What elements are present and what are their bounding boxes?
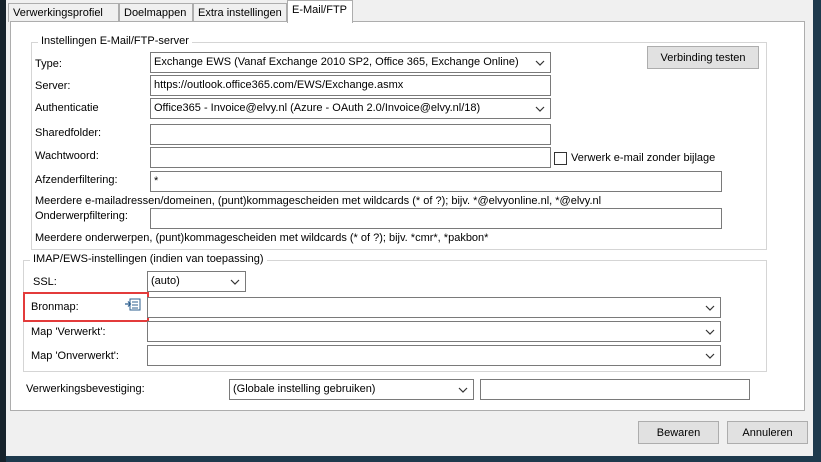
processed-folder-select[interactable] [147,321,721,342]
server-settings-title: Instellingen E-Mail/FTP-server [38,35,192,47]
chevron-down-icon [535,106,545,112]
save-button[interactable]: Bewaren [638,421,719,444]
test-connection-button[interactable]: Verbinding testen [647,46,759,69]
unprocessed-folder-label: Map 'Onverwerkt': [31,350,119,362]
chevron-down-icon [705,305,715,311]
subject-filter-hint: Meerdere onderwerpen, (punt)kommageschei… [35,232,489,244]
window-frame: Verwerkingsprofiel Doelmappen Extra inst… [0,0,821,462]
chevron-down-icon [705,353,715,359]
imap-settings-title: IMAP/EWS-instellingen (indien van toepas… [30,253,267,265]
password-label: Wachtwoord: [35,150,99,162]
cancel-button[interactable]: Annuleren [727,421,808,444]
confirmation-label: Verwerkingsbevestiging: [26,383,145,395]
subject-filter-input[interactable] [150,208,722,229]
server-label: Server: [35,80,71,92]
auth-label: Authenticatie [35,102,99,114]
folder-pick-icon[interactable] [125,297,141,312]
password-input[interactable] [150,147,551,168]
ssl-select[interactable]: (auto) [147,271,246,292]
settings-window: Verwerkingsprofiel Doelmappen Extra inst… [6,0,813,456]
confirmation-value: (Globale instelling gebruiken) [233,383,376,395]
sender-filter-input[interactable]: * [150,171,722,192]
chevron-down-icon [705,329,715,335]
chevron-down-icon [458,387,468,393]
type-label: Type: [35,58,62,70]
no-attachment-label: Verwerk e-mail zonder bijlage [571,152,716,164]
auth-value: Office365 - Invoice@elvy.nl (Azure - OAu… [154,102,481,114]
tab-extra-instellingen[interactable]: Extra instellingen [193,3,287,22]
source-folder-select[interactable] [147,297,721,318]
source-folder-label: Bronmap: [31,301,79,313]
tab-page-email-ftp: Instellingen E-Mail/FTP-server Verbindin… [10,21,805,411]
server-input[interactable]: https://outlook.office365.com/EWS/Exchan… [150,75,551,96]
tab-verwerkingsprofiel[interactable]: Verwerkingsprofiel [8,3,119,22]
chevron-down-icon [230,279,240,285]
tab-strip: Verwerkingsprofiel Doelmappen Extra inst… [6,0,813,23]
sender-filter-label: Afzenderfiltering: [35,174,118,186]
sharedfolder-label: Sharedfolder: [35,127,102,139]
confirmation-select[interactable]: (Globale instelling gebruiken) [229,379,474,400]
unprocessed-folder-select[interactable] [147,345,721,366]
auth-select[interactable]: Office365 - Invoice@elvy.nl (Azure - OAu… [150,98,551,119]
type-select[interactable]: Exchange EWS (Vanaf Exchange 2010 SP2, O… [150,52,551,73]
sender-filter-hint: Meerdere e-mailadressen/domeinen, (punt)… [35,195,602,207]
subject-filter-label: Onderwerpfiltering: [35,210,128,222]
chevron-down-icon [535,60,545,66]
processed-folder-label: Map 'Verwerkt': [31,326,106,338]
sharedfolder-input[interactable] [150,124,551,145]
confirmation-extra-input[interactable] [480,379,750,400]
ssl-label: SSL: [33,276,57,288]
ssl-value: (auto) [151,275,180,287]
no-attachment-checkbox[interactable] [554,152,567,165]
tab-doelmappen[interactable]: Doelmappen [119,3,193,22]
tab-email-ftp[interactable]: E-Mail/FTP [287,0,353,23]
type-value: Exchange EWS (Vanaf Exchange 2010 SP2, O… [154,56,519,68]
